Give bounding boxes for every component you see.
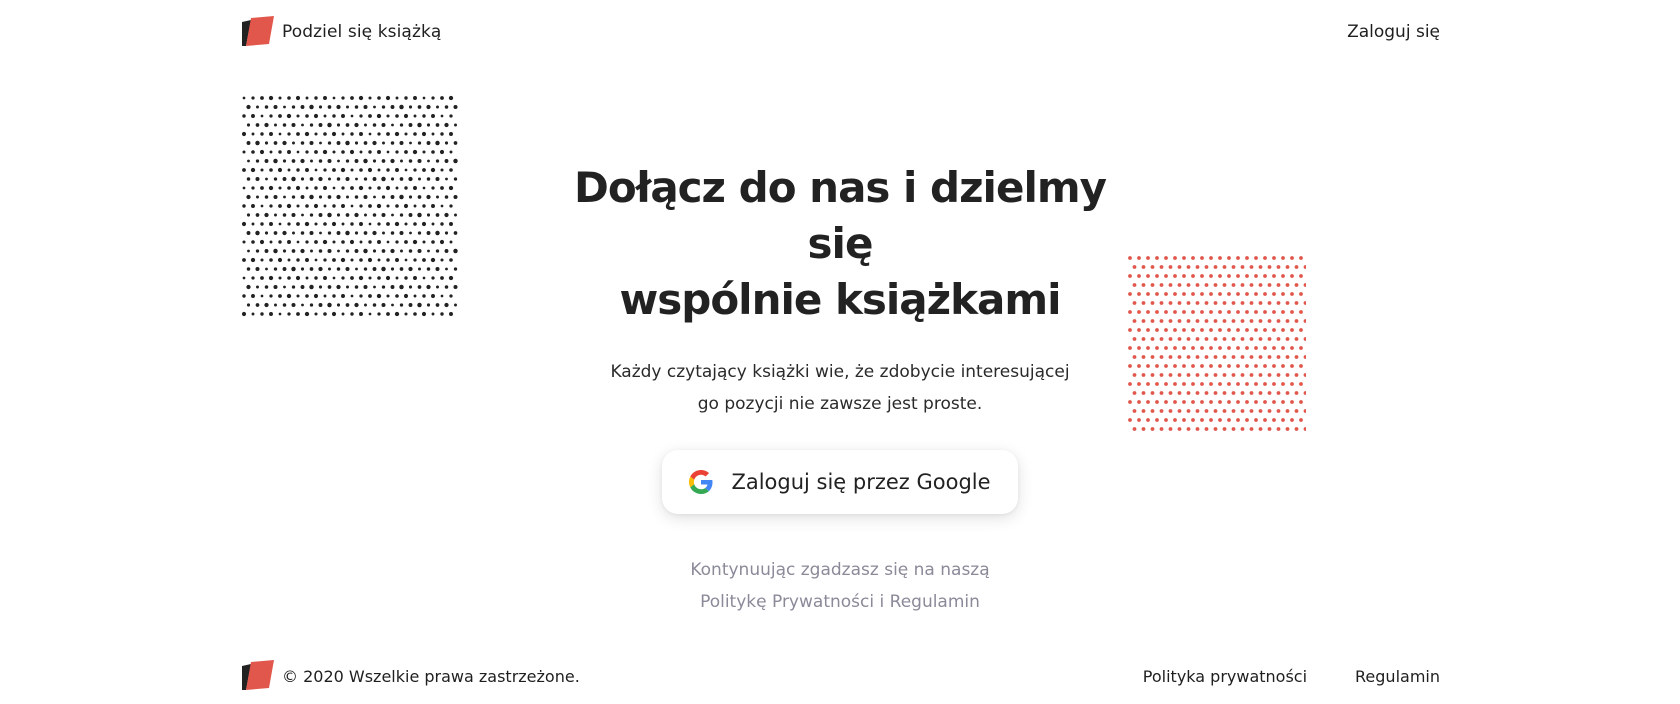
- description-line-1: Każdy czytający książki wie, że zdobycie…: [610, 362, 1070, 382]
- consent-links-line: Politykę Prywatności i Regulamin: [580, 586, 1100, 618]
- title-line-2: wspólnie książkami: [619, 275, 1061, 324]
- hero-description: Każdy czytający książki wie, że zdobycie…: [600, 356, 1080, 420]
- privacy-policy-link[interactable]: Politykę Prywatności: [700, 592, 874, 612]
- copyright-text: © 2020 Wszelkie prawa zastrzeżone.: [282, 666, 580, 686]
- header-login-link[interactable]: Zaloguj się: [1347, 22, 1440, 42]
- description-line-2: go pozycji nie zawsze jest proste.: [697, 394, 983, 414]
- title-line-1: Dołącz do nas i dzielmy się: [574, 163, 1107, 268]
- page-title: Dołącz do nas i dzielmy się wspólnie ksi…: [540, 160, 1140, 328]
- brand-home-link[interactable]: Podziel się książką: [240, 16, 441, 48]
- site-header: Podziel się książką Zaloguj się: [240, 14, 1440, 50]
- footer-links: Polityka prywatności Regulamin: [1143, 667, 1440, 686]
- google-login-button[interactable]: Zaloguj się przez Google: [662, 450, 1018, 514]
- footer-brand: © 2020 Wszelkie prawa zastrzeżone.: [240, 660, 580, 692]
- google-g-icon: [689, 470, 713, 494]
- consent-text: Kontynuując zgadzasz się na naszą: [690, 560, 990, 580]
- decorative-dot-pattern-red: [1128, 256, 1306, 431]
- hero-section: Dołącz do nas i dzielmy się wspólnie ksi…: [540, 160, 1140, 618]
- book-logo-icon: [242, 660, 274, 690]
- consent-notice: Kontynuując zgadzasz się na naszą Polity…: [580, 554, 1100, 618]
- google-login-label: Zaloguj się przez Google: [731, 470, 991, 494]
- footer-privacy-link[interactable]: Polityka prywatności: [1143, 667, 1307, 686]
- decorative-dot-pattern-dark: [241, 95, 458, 317]
- consent-and: i: [879, 592, 885, 612]
- footer-terms-link[interactable]: Regulamin: [1355, 667, 1440, 686]
- site-footer: © 2020 Wszelkie prawa zastrzeżone. Polit…: [240, 658, 1440, 694]
- brand-name: Podziel się książką: [282, 22, 442, 42]
- terms-link[interactable]: Regulamin: [890, 592, 980, 612]
- book-logo-icon: [242, 16, 274, 46]
